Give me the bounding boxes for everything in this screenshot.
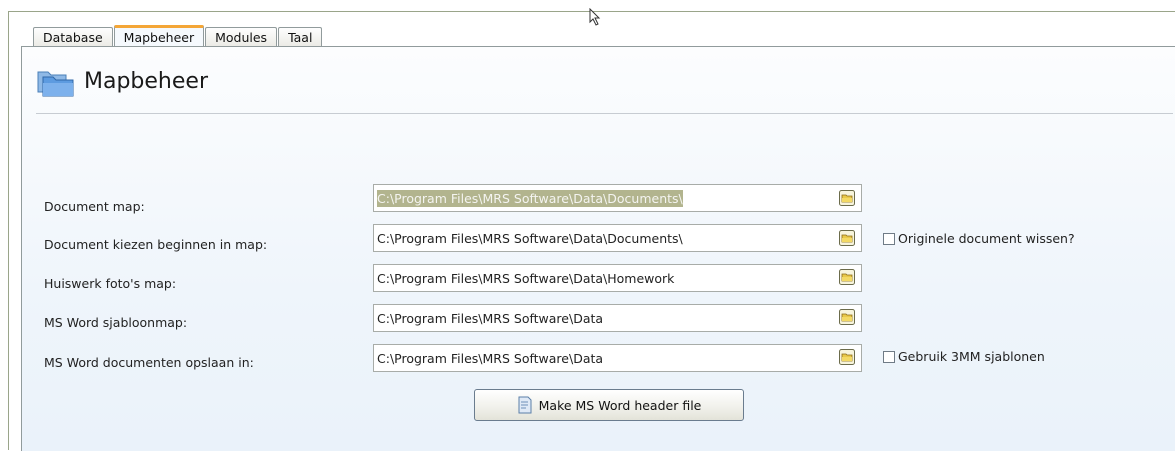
delete-original-checkbox[interactable]: Originele document wissen? [883,231,1075,246]
divider [36,113,1173,114]
word-template-field[interactable]: C:\Program Files\MRS Software\Data [373,304,862,332]
document-start-value: C:\Program Files\MRS Software\Data\Docum… [377,231,683,246]
document-start-field[interactable]: C:\Program Files\MRS Software\Data\Docum… [373,224,862,252]
word-save-value: C:\Program Files\MRS Software\Data [377,351,604,366]
checkbox-box[interactable] [883,232,895,245]
browse-folder-icon[interactable] [839,349,855,365]
use-3mm-label: Gebruik 3MM sjablonen [898,349,1045,364]
word-template-label: MS Word sjabloonmap: [44,315,188,330]
window-border-left [8,11,9,450]
tab-database[interactable]: Database [33,27,113,46]
browse-folder-icon[interactable] [839,230,855,246]
document-map-value: C:\Program Files\MRS Software\Data\Docum… [377,190,683,207]
delete-original-label: Originele document wissen? [898,231,1075,246]
tab-strip: Database Mapbeheer Modules Taal [33,25,323,47]
make-word-header-label: Make MS Word header file [538,397,702,413]
browse-folder-icon[interactable] [839,190,855,206]
document-icon [518,396,532,414]
homework-photos-label: Huiswerk foto's map: [44,276,177,291]
homework-photos-value: C:\Program Files\MRS Software\Data\Homew… [377,271,675,286]
checkbox-box[interactable] [883,350,895,363]
word-save-field[interactable]: C:\Program Files\MRS Software\Data [373,344,862,372]
folders-icon [37,71,74,97]
window-top [0,0,1175,20]
tab-mapbeheer[interactable]: Mapbeheer [113,25,205,47]
page-title: Mapbeheer [84,69,208,94]
tab-taal[interactable]: Taal [278,27,323,46]
mapbeheer-panel: Mapbeheer Document map: C:\Program Files… [21,46,1175,451]
word-save-label: MS Word documenten opslaan in: [44,355,254,370]
mouse-cursor-icon [589,8,601,26]
browse-folder-icon[interactable] [839,269,855,285]
browse-folder-icon[interactable] [839,309,855,325]
document-map-field[interactable]: C:\Program Files\MRS Software\Data\Docum… [373,184,862,212]
document-map-label: Document map: [44,199,145,214]
homework-photos-field[interactable]: C:\Program Files\MRS Software\Data\Homew… [373,264,862,292]
tab-modules[interactable]: Modules [205,27,278,46]
document-start-label: Document kiezen beginnen in map: [44,237,268,252]
make-word-header-button[interactable]: Make MS Word header file [474,389,744,421]
use-3mm-checkbox[interactable]: Gebruik 3MM sjablonen [883,349,1045,364]
word-template-value: C:\Program Files\MRS Software\Data [377,311,604,326]
